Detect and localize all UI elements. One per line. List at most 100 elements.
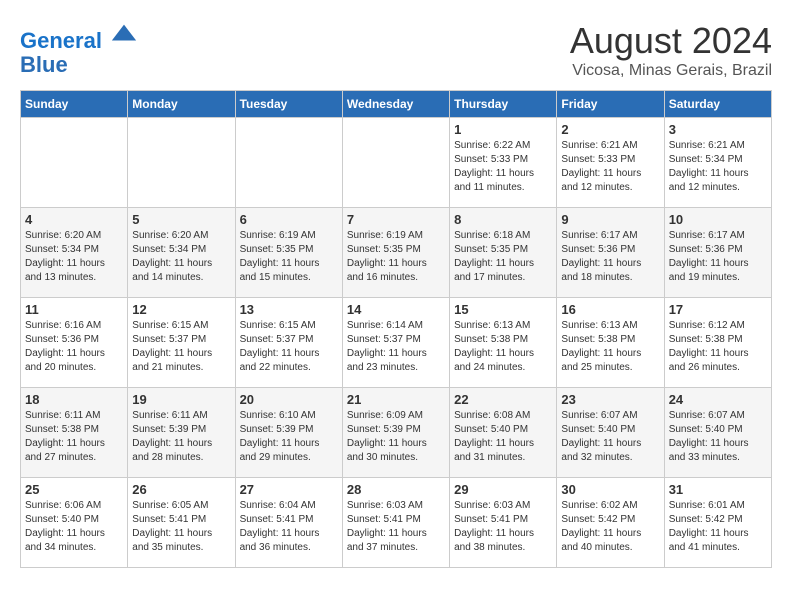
day-number: 6 (240, 212, 338, 227)
day-number: 14 (347, 302, 445, 317)
calendar-cell: 25 Sunrise: 6:06 AM Sunset: 5:40 PM Dayli… (21, 478, 128, 568)
day-info: Sunrise: 6:19 AM Sunset: 5:35 PM Dayligh… (347, 229, 445, 285)
calendar-cell: 1 Sunrise: 6:22 AM Sunset: 5:33 PM Daylig… (450, 118, 557, 208)
day-info: Sunrise: 6:05 AM Sunset: 5:41 PM Dayligh… (132, 499, 230, 555)
calendar-cell: 12 Sunrise: 6:15 AM Sunset: 5:37 PM Dayli… (128, 298, 235, 388)
calendar-cell: 30Sunrise: 6:02 AM Sunset: 5:42 PM Dayli… (557, 478, 664, 568)
logo-icon (110, 20, 138, 48)
day-info: Sunrise: 6:11 AM Sunset: 5:39 PM Dayligh… (132, 409, 230, 465)
day-info: Sunrise: 6:08 AM Sunset: 5:40 PM Dayligh… (454, 409, 552, 465)
calendar-cell (21, 118, 128, 208)
calendar-cell: 26Sunrise: 6:05 AM Sunset: 5:41 PM Dayli… (128, 478, 235, 568)
day-info: Sunrise: 6:20 AM Sunset: 5:34 PM Dayligh… (132, 229, 230, 285)
location-title: Vicosa, Minas Gerais, Brazil (570, 62, 772, 80)
day-number: 29 (454, 482, 552, 497)
day-info: Sunrise: 6:22 AM Sunset: 5:33 PM Dayligh… (454, 139, 552, 195)
day-info: Sunrise: 6:04 AM Sunset: 5:41 PM Dayligh… (240, 499, 338, 555)
calendar-cell: 10Sunrise: 6:17 AM Sunset: 5:36 PM Dayli… (664, 208, 771, 298)
day-number: 18 (25, 392, 123, 407)
calendar-cell: 7Sunrise: 6:19 AM Sunset: 5:35 PM Daylig… (342, 208, 449, 298)
calendar-cell: 8 Sunrise: 6:18 AM Sunset: 5:35 PM Daylig… (450, 208, 557, 298)
day-info: Sunrise: 6:06 AM Sunset: 5:40 PM Dayligh… (25, 499, 123, 555)
week-row-4: 25 Sunrise: 6:06 AM Sunset: 5:40 PM Dayli… (21, 478, 772, 568)
calendar-body: 1 Sunrise: 6:22 AM Sunset: 5:33 PM Daylig… (21, 118, 772, 568)
weekday-monday: Monday (128, 91, 235, 118)
calendar-table: SundayMondayTuesdayWednesdayThursdayFrid… (20, 90, 772, 568)
day-info: Sunrise: 6:03 AM Sunset: 5:41 PM Dayligh… (454, 499, 552, 555)
title-block: August 2024 Vicosa, Minas Gerais, Brazil (570, 20, 772, 80)
calendar-cell: 11 Sunrise: 6:16 AM Sunset: 5:36 PM Dayli… (21, 298, 128, 388)
calendar-cell: 28Sunrise: 6:03 AM Sunset: 5:41 PM Dayli… (342, 478, 449, 568)
day-info: Sunrise: 6:21 AM Sunset: 5:33 PM Dayligh… (561, 139, 659, 195)
day-number: 12 (132, 302, 230, 317)
day-info: Sunrise: 6:20 AM Sunset: 5:34 PM Dayligh… (25, 229, 123, 285)
day-number: 2 (561, 122, 659, 137)
day-number: 9 (561, 212, 659, 227)
day-info: Sunrise: 6:03 AM Sunset: 5:41 PM Dayligh… (347, 499, 445, 555)
day-number: 4 (25, 212, 123, 227)
day-info: Sunrise: 6:15 AM Sunset: 5:37 PM Dayligh… (132, 319, 230, 375)
day-info: Sunrise: 6:07 AM Sunset: 5:40 PM Dayligh… (561, 409, 659, 465)
day-info: Sunrise: 6:19 AM Sunset: 5:35 PM Dayligh… (240, 229, 338, 285)
calendar-cell (342, 118, 449, 208)
day-info: Sunrise: 6:07 AM Sunset: 5:40 PM Dayligh… (669, 409, 767, 465)
month-title: August 2024 (570, 20, 772, 62)
calendar-cell: 4 Sunrise: 6:20 AM Sunset: 5:34 PM Daylig… (21, 208, 128, 298)
week-row-3: 18Sunrise: 6:11 AM Sunset: 5:38 PM Dayli… (21, 388, 772, 478)
calendar-cell: 6 Sunrise: 6:19 AM Sunset: 5:35 PM Daylig… (235, 208, 342, 298)
logo-blue: Blue (20, 52, 68, 77)
day-info: Sunrise: 6:09 AM Sunset: 5:39 PM Dayligh… (347, 409, 445, 465)
day-number: 30 (561, 482, 659, 497)
calendar-cell: 2 Sunrise: 6:21 AM Sunset: 5:33 PM Daylig… (557, 118, 664, 208)
weekday-wednesday: Wednesday (342, 91, 449, 118)
day-number: 31 (669, 482, 767, 497)
day-number: 20 (240, 392, 338, 407)
day-info: Sunrise: 6:16 AM Sunset: 5:36 PM Dayligh… (25, 319, 123, 375)
logo: General Blue (20, 20, 138, 77)
day-number: 5 (132, 212, 230, 227)
day-number: 25 (25, 482, 123, 497)
logo-text: General Blue (20, 20, 138, 77)
calendar-cell: 5 Sunrise: 6:20 AM Sunset: 5:34 PM Daylig… (128, 208, 235, 298)
day-number: 19 (132, 392, 230, 407)
day-info: Sunrise: 6:01 AM Sunset: 5:42 PM Dayligh… (669, 499, 767, 555)
day-number: 22 (454, 392, 552, 407)
calendar-cell: 22 Sunrise: 6:08 AM Sunset: 5:40 PM Dayli… (450, 388, 557, 478)
calendar-cell: 19 Sunrise: 6:11 AM Sunset: 5:39 PM Dayli… (128, 388, 235, 478)
day-info: Sunrise: 6:13 AM Sunset: 5:38 PM Dayligh… (561, 319, 659, 375)
day-info: Sunrise: 6:10 AM Sunset: 5:39 PM Dayligh… (240, 409, 338, 465)
day-number: 27 (240, 482, 338, 497)
day-number: 21 (347, 392, 445, 407)
calendar-cell: 31 Sunrise: 6:01 AM Sunset: 5:42 PM Dayli… (664, 478, 771, 568)
weekday-sunday: Sunday (21, 91, 128, 118)
calendar-cell: 20 Sunrise: 6:10 AM Sunset: 5:39 PM Dayli… (235, 388, 342, 478)
logo-general: General (20, 28, 102, 53)
week-row-1: 4 Sunrise: 6:20 AM Sunset: 5:34 PM Daylig… (21, 208, 772, 298)
weekday-friday: Friday (557, 91, 664, 118)
calendar-cell: 3 Sunrise: 6:21 AM Sunset: 5:34 PM Daylig… (664, 118, 771, 208)
week-row-0: 1 Sunrise: 6:22 AM Sunset: 5:33 PM Daylig… (21, 118, 772, 208)
calendar-cell: 15Sunrise: 6:13 AM Sunset: 5:38 PM Dayli… (450, 298, 557, 388)
day-info: Sunrise: 6:21 AM Sunset: 5:34 PM Dayligh… (669, 139, 767, 195)
day-number: 16 (561, 302, 659, 317)
day-number: 1 (454, 122, 552, 137)
calendar-cell: 13Sunrise: 6:15 AM Sunset: 5:37 PM Dayli… (235, 298, 342, 388)
day-number: 8 (454, 212, 552, 227)
calendar-cell: 18Sunrise: 6:11 AM Sunset: 5:38 PM Dayli… (21, 388, 128, 478)
calendar-cell: 23 Sunrise: 6:07 AM Sunset: 5:40 PM Dayli… (557, 388, 664, 478)
day-number: 10 (669, 212, 767, 227)
day-number: 23 (561, 392, 659, 407)
weekday-thursday: Thursday (450, 91, 557, 118)
calendar-cell: 16 Sunrise: 6:13 AM Sunset: 5:38 PM Dayli… (557, 298, 664, 388)
day-info: Sunrise: 6:18 AM Sunset: 5:35 PM Dayligh… (454, 229, 552, 285)
week-row-2: 11 Sunrise: 6:16 AM Sunset: 5:36 PM Dayli… (21, 298, 772, 388)
calendar-cell: 24Sunrise: 6:07 AM Sunset: 5:40 PM Dayli… (664, 388, 771, 478)
day-number: 15 (454, 302, 552, 317)
weekday-tuesday: Tuesday (235, 91, 342, 118)
calendar-cell: 14Sunrise: 6:14 AM Sunset: 5:37 PM Dayli… (342, 298, 449, 388)
calendar-cell: 29 Sunrise: 6:03 AM Sunset: 5:41 PM Dayli… (450, 478, 557, 568)
page-header: General Blue August 2024 Vicosa, Minas G… (20, 20, 772, 80)
day-number: 11 (25, 302, 123, 317)
day-info: Sunrise: 6:12 AM Sunset: 5:38 PM Dayligh… (669, 319, 767, 375)
day-number: 3 (669, 122, 767, 137)
